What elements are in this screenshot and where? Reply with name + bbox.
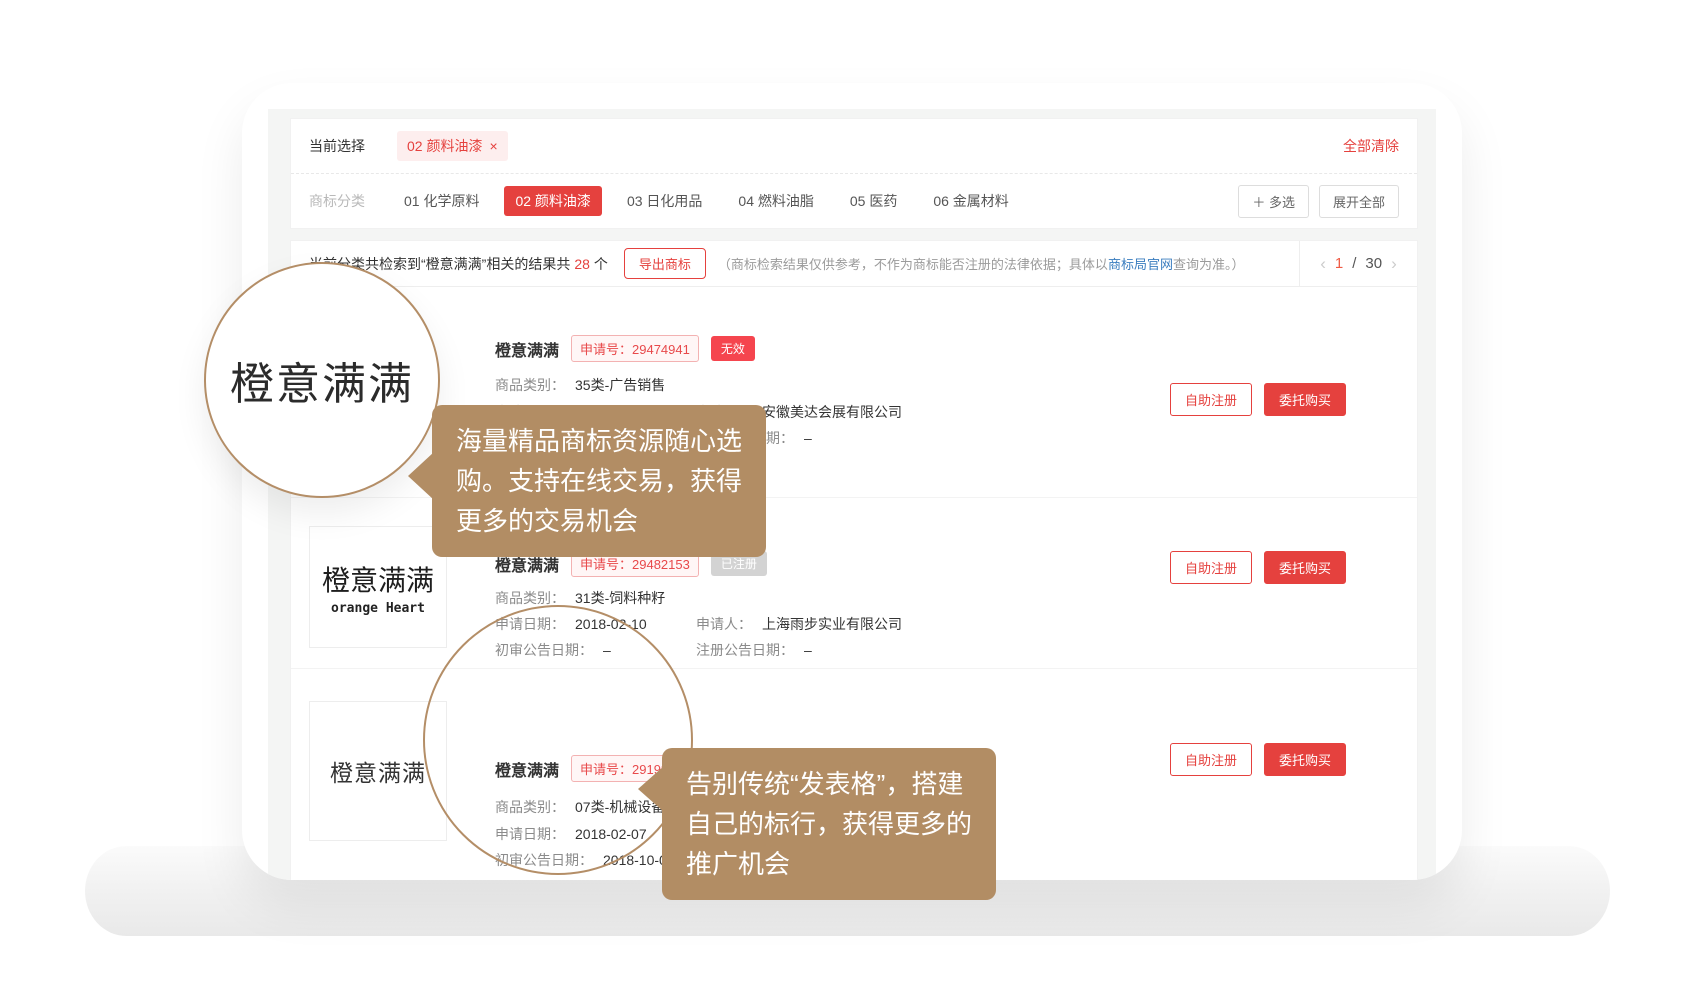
category-item-selected[interactable]: 02 颜料油漆 bbox=[504, 186, 601, 216]
current-page: 1 bbox=[1335, 255, 1343, 272]
callout-line: 购。支持在线交易，获得 bbox=[456, 461, 742, 501]
category-item[interactable]: 06 金属材料 bbox=[922, 186, 1019, 216]
multi-select-button[interactable]: ＋ 多选 bbox=[1238, 185, 1309, 218]
category-item[interactable]: 01 化学原料 bbox=[393, 186, 490, 216]
field-value: 31类-饲料种籽 bbox=[575, 590, 665, 606]
callout-tail-icon bbox=[408, 452, 434, 500]
callout-bubble-promo: 告别传统“发表格”，搭建 自己的标行，获得更多的 推广机会 bbox=[662, 748, 996, 900]
close-icon[interactable]: × bbox=[489, 138, 497, 154]
callout-line: 自己的标行，获得更多的 bbox=[686, 804, 972, 844]
trademark-image-cn: 橙意满满 bbox=[322, 559, 434, 599]
entrust-buy-button[interactable]: 委托购买 bbox=[1264, 383, 1346, 416]
field-label: 商品类别： bbox=[495, 377, 565, 393]
current-selection-bar: 当前选择 02 颜料油漆 × 全部清除 bbox=[291, 119, 1417, 174]
category-actions: ＋ 多选 展开全部 bbox=[1238, 185, 1399, 218]
filter-panel: 当前选择 02 颜料油漆 × 全部清除 商标分类 01 化学原料 02 颜料油漆… bbox=[290, 118, 1418, 229]
field-label: 注册公告日期： bbox=[696, 642, 794, 658]
trademark-office-link[interactable]: 商标局官网 bbox=[1108, 257, 1173, 272]
results-count: 28 bbox=[574, 256, 590, 272]
trademark-image-en: orange Heart bbox=[331, 601, 425, 616]
category-item[interactable]: 05 医药 bbox=[839, 186, 908, 216]
field-pair: 注册公告日期：– bbox=[696, 640, 812, 660]
field-value: 上海雨步实业有限公司 bbox=[762, 616, 902, 632]
next-page-icon[interactable]: › bbox=[1391, 254, 1397, 274]
trademark-image: 橙意满满 orange Heart bbox=[309, 526, 447, 648]
callout-tail-icon bbox=[638, 766, 664, 812]
prev-page-icon[interactable]: ‹ bbox=[1320, 254, 1326, 274]
field-value: – bbox=[804, 642, 812, 658]
callout-line: 推广机会 bbox=[686, 844, 972, 884]
application-number-tag: 申请号：29474941 bbox=[571, 335, 699, 362]
field-value: 35类-广告销售 bbox=[575, 377, 665, 393]
export-trademark-button[interactable]: 导出商标 bbox=[624, 248, 706, 279]
magnifier-circle: 橙意满满 bbox=[204, 262, 440, 498]
total-pages: 30 bbox=[1365, 255, 1382, 272]
entrust-buy-button[interactable]: 委托购买 bbox=[1264, 551, 1346, 584]
field-line: 商品类别： 35类-广告销售 bbox=[495, 375, 665, 395]
row-title: 橙意满满 申请号：29474941 无效 bbox=[495, 335, 755, 362]
expand-all-button[interactable]: 展开全部 bbox=[1319, 185, 1399, 218]
trademark-name: 橙意满满 bbox=[495, 337, 559, 361]
selected-filter-tag[interactable]: 02 颜料油漆 × bbox=[397, 131, 508, 161]
field-line: 商品类别： 31类-饲料种籽 bbox=[495, 588, 665, 608]
magnified-trademark-text: 橙意满满 bbox=[230, 348, 414, 412]
disclaimer-suffix: 查询为准。） bbox=[1173, 257, 1245, 272]
results-unit: 个 bbox=[594, 254, 608, 274]
disclaimer-prefix: （商标检索结果仅供参考，不作为商标能否注册的法律依据；具体以 bbox=[718, 257, 1108, 272]
field-label: 申请人： bbox=[696, 616, 752, 632]
results-summary: 当前分类共检索到“橙意满满”相关的结果共 28 个 导出商标 （商标检索结果仅供… bbox=[291, 241, 1299, 286]
selected-filter-tag-text: 02 颜料油漆 bbox=[407, 136, 482, 156]
row-actions: 自助注册 委托购买 bbox=[1170, 383, 1346, 416]
field-value: 安徽美达会展有限公司 bbox=[762, 404, 902, 420]
clear-all-button[interactable]: 全部清除 bbox=[1343, 136, 1399, 156]
highlight-circle bbox=[423, 605, 693, 875]
callout-line: 告别传统“发表格”，搭建 bbox=[686, 764, 972, 804]
self-register-button[interactable]: 自助注册 bbox=[1170, 551, 1252, 584]
disclaimer-note: （商标检索结果仅供参考，不作为商标能否注册的法律依据；具体以商标局官网查询为准。… bbox=[718, 254, 1245, 273]
pagination: ‹ 1 / 30 › bbox=[1299, 241, 1417, 286]
category-item[interactable]: 04 燃料油脂 bbox=[727, 186, 824, 216]
self-register-button[interactable]: 自助注册 bbox=[1170, 383, 1252, 416]
current-selection-label: 当前选择 bbox=[309, 136, 365, 156]
entrust-buy-button[interactable]: 委托购买 bbox=[1264, 743, 1346, 776]
field-pair: 申请人： 上海雨步实业有限公司 bbox=[696, 614, 902, 634]
page: 当前选择 02 颜料油漆 × 全部清除 商标分类 01 化学原料 02 颜料油漆… bbox=[0, 0, 1696, 1002]
self-register-button[interactable]: 自助注册 bbox=[1170, 743, 1252, 776]
results-header: 当前分类共检索到“橙意满满”相关的结果共 28 个 导出商标 （商标检索结果仅供… bbox=[291, 241, 1417, 287]
row-actions: 自助注册 委托购买 bbox=[1170, 551, 1346, 584]
row-actions: 自助注册 委托购买 bbox=[1170, 743, 1346, 776]
status-badge: 无效 bbox=[711, 336, 755, 361]
category-bar-label: 商标分类 bbox=[309, 191, 365, 211]
callout-line: 更多的交易机会 bbox=[456, 501, 742, 541]
category-bar: 商标分类 01 化学原料 02 颜料油漆 03 日化用品 04 燃料油脂 05 … bbox=[291, 174, 1417, 228]
field-value: – bbox=[804, 430, 812, 446]
callout-line: 海量精品商标资源随心选 bbox=[456, 421, 742, 461]
callout-bubble-trade: 海量精品商标资源随心选 购。支持在线交易，获得 更多的交易机会 bbox=[432, 405, 766, 557]
page-separator: / bbox=[1352, 255, 1356, 272]
field-label: 商品类别： bbox=[495, 590, 565, 606]
category-item[interactable]: 03 日化用品 bbox=[616, 186, 713, 216]
trademark-image-cn: 橙意满满 bbox=[330, 754, 426, 788]
